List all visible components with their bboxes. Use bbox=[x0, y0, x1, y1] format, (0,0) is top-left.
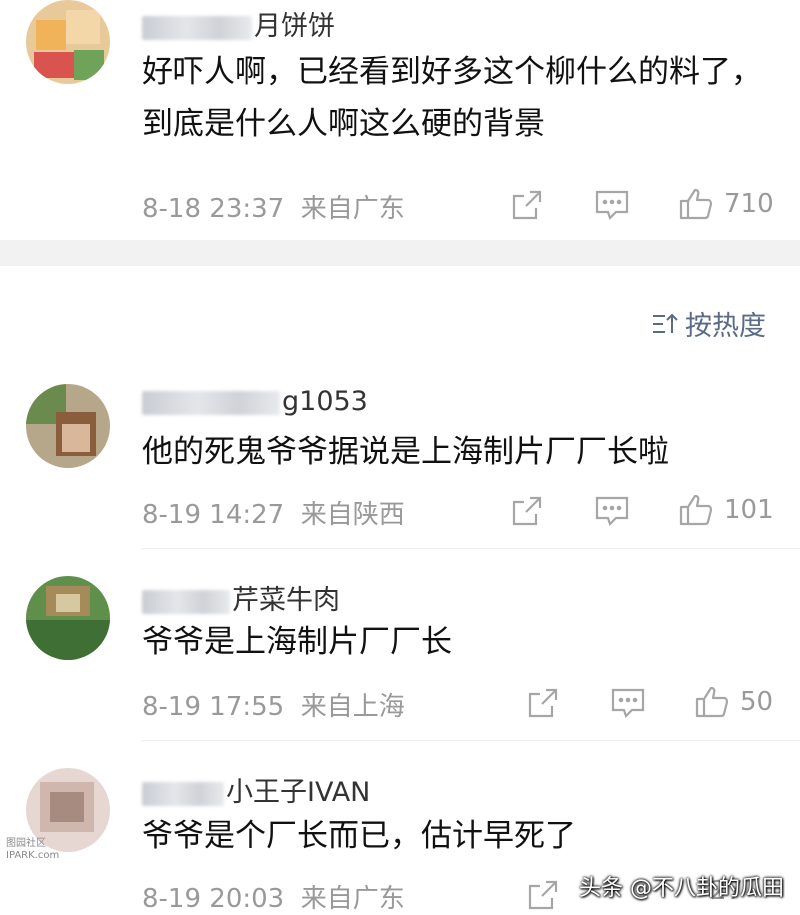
comment-time: 8-19 17:55 bbox=[142, 692, 285, 722]
thumbs-up-icon bbox=[679, 188, 713, 220]
avatar[interactable] bbox=[26, 576, 110, 660]
comment-divider bbox=[142, 740, 800, 741]
comment-time: 8-18 23:37 bbox=[142, 194, 285, 224]
reply-button[interactable] bbox=[594, 494, 630, 528]
comment-meta: 8-18 23:37 来自广东 bbox=[142, 188, 405, 225]
share-icon bbox=[512, 496, 542, 526]
watermark-right: 头条 @不八卦的瓜田 bbox=[579, 876, 784, 901]
sort-toggle[interactable]: 按热度 bbox=[651, 304, 766, 343]
comment-icon bbox=[611, 688, 645, 719]
comment-divider bbox=[142, 548, 800, 549]
sort-label: 按热度 bbox=[685, 311, 766, 342]
comment-text: 爷爷是上海制片厂厂长 bbox=[142, 624, 452, 660]
username[interactable]: g1053 bbox=[142, 386, 368, 417]
comment-meta: 8-19 14:27 来自陕西 bbox=[142, 494, 405, 531]
comment-text: 爷爷是个厂长而已，估计早死了 bbox=[142, 818, 576, 854]
username[interactable]: 小王子IVAN bbox=[142, 770, 370, 809]
share-icon bbox=[528, 880, 558, 910]
avatar[interactable] bbox=[26, 384, 110, 468]
comment-meta: 8-19 17:55 来自上海 bbox=[142, 686, 405, 723]
comment-text: 好吓人啊，已经看到好多这个柳什么的料了，到底是什么人啊这么硬的背景 bbox=[142, 54, 762, 142]
comment-text: 他的死鬼爷爷据说是上海制片厂厂长啦 bbox=[142, 434, 669, 470]
watermark-left: 图园社区 IPARK.com bbox=[6, 838, 60, 861]
blurred-name bbox=[142, 781, 224, 806]
comment-icon bbox=[595, 190, 629, 221]
share-button[interactable] bbox=[526, 686, 560, 720]
like-button[interactable]: 710 bbox=[678, 186, 774, 222]
share-button[interactable] bbox=[526, 878, 560, 912]
avatar[interactable] bbox=[26, 0, 110, 84]
blurred-name bbox=[142, 589, 230, 614]
section-divider bbox=[0, 240, 800, 266]
blurred-name bbox=[142, 390, 280, 415]
comment-icon bbox=[595, 496, 629, 527]
reply-button[interactable] bbox=[610, 686, 646, 720]
comment-location: 来自广东 bbox=[300, 194, 405, 224]
share-button[interactable] bbox=[510, 188, 544, 222]
like-count: 710 bbox=[724, 189, 774, 219]
thumbs-up-icon bbox=[695, 686, 729, 718]
comment-time: 8-19 20:03 bbox=[142, 884, 285, 914]
like-button[interactable]: 50 bbox=[694, 684, 773, 720]
like-count: 101 bbox=[724, 495, 774, 525]
blurred-name bbox=[142, 15, 252, 40]
comment-location: 来自上海 bbox=[300, 692, 405, 722]
comment-time: 8-19 14:27 bbox=[142, 500, 285, 530]
comment-location: 来自广东 bbox=[300, 884, 405, 914]
thumbs-up-icon bbox=[679, 494, 713, 526]
username[interactable]: 月饼饼 bbox=[142, 4, 335, 43]
comment-location: 来自陕西 bbox=[300, 500, 405, 530]
reply-button[interactable] bbox=[594, 188, 630, 222]
like-button[interactable]: 101 bbox=[678, 492, 774, 528]
sort-icon bbox=[653, 313, 678, 333]
comment-meta: 8-19 20:03 来自广东 bbox=[142, 878, 405, 915]
share-icon bbox=[528, 688, 558, 718]
share-icon bbox=[512, 190, 542, 220]
username[interactable]: 芹菜牛肉 bbox=[142, 578, 340, 617]
like-count: 50 bbox=[740, 687, 774, 717]
share-button[interactable] bbox=[510, 494, 544, 528]
